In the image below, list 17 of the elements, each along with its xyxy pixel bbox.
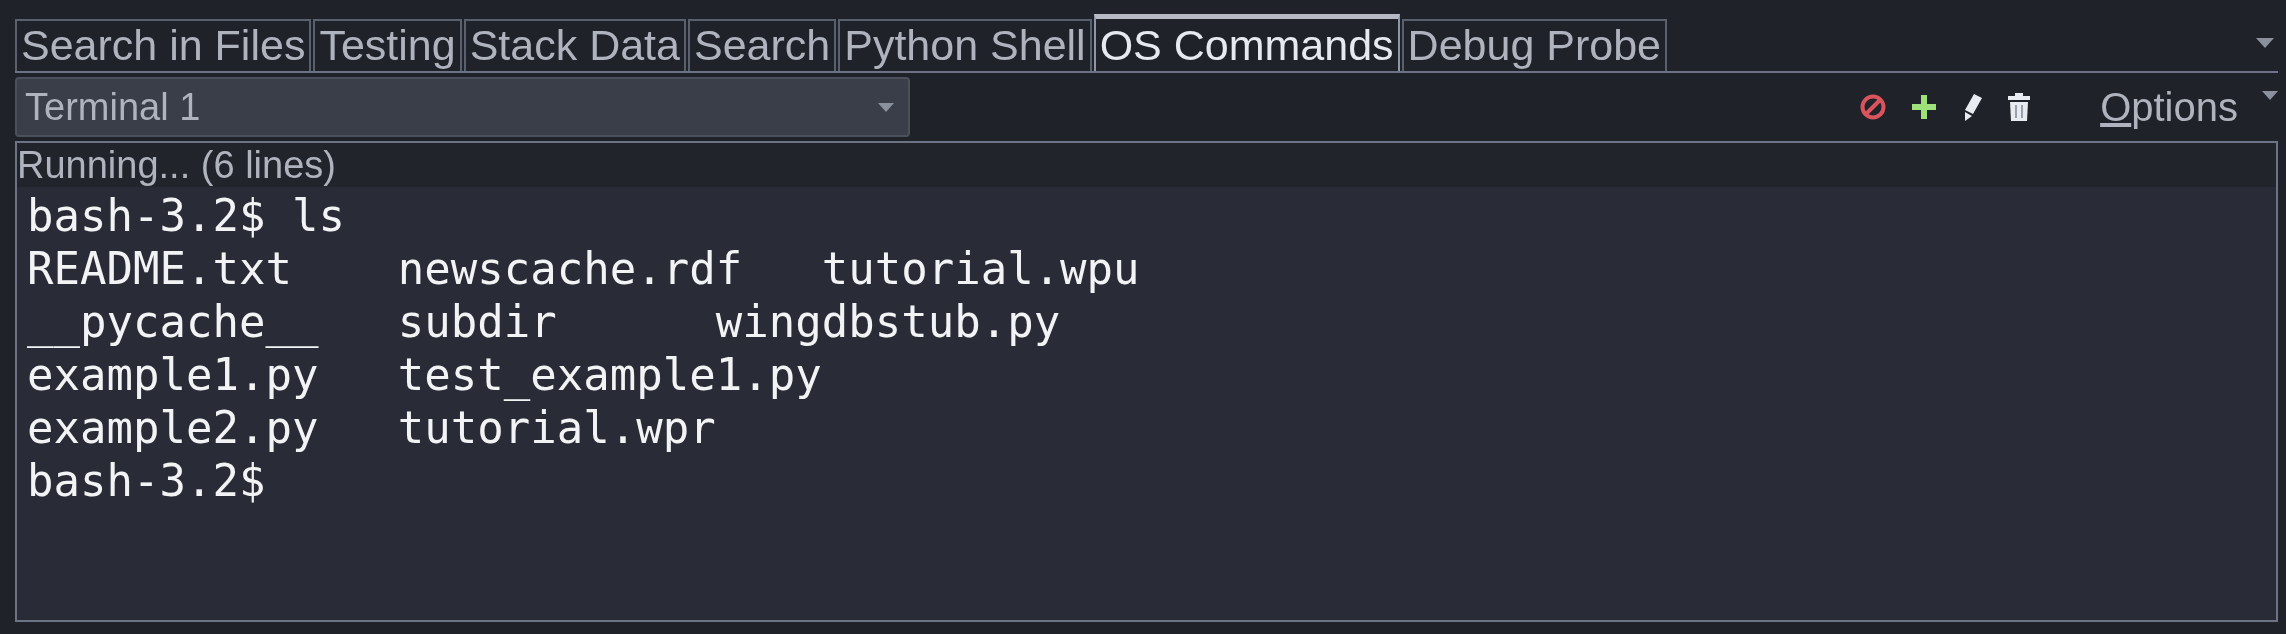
pencil-icon[interactable] <box>1962 92 1985 122</box>
caret-icon <box>2262 90 2278 100</box>
caret-icon[interactable] <box>2256 37 2274 48</box>
tab[interactable]: Search in Files <box>15 19 312 71</box>
options-menu[interactable]: Options <box>2100 84 2278 130</box>
terminal-output: bash-3.2$ ls README.txt newscache.rdf tutorial.wpu __pycache__ subdir wingdbstub.py example1.py test_example1.py example2.py tutorial.wpr bash-3.2$ <box>17 187 2276 620</box>
tab[interactable]: Python Shell <box>838 19 1092 71</box>
tab[interactable]: Debug Probe <box>1401 19 1667 71</box>
plus-icon[interactable] <box>1910 93 1939 121</box>
terminal-dropdown[interactable]: Terminal 1 <box>15 77 910 137</box>
trash-icon[interactable] <box>2008 93 2031 121</box>
tab[interactable]: OS Commands <box>1093 14 1400 71</box>
tab[interactable]: Search <box>688 19 837 71</box>
caret-icon <box>878 102 894 112</box>
tab[interactable]: Stack Data <box>463 19 686 71</box>
stop-icon[interactable] <box>1860 94 1887 120</box>
tab[interactable]: Testing <box>313 19 462 71</box>
